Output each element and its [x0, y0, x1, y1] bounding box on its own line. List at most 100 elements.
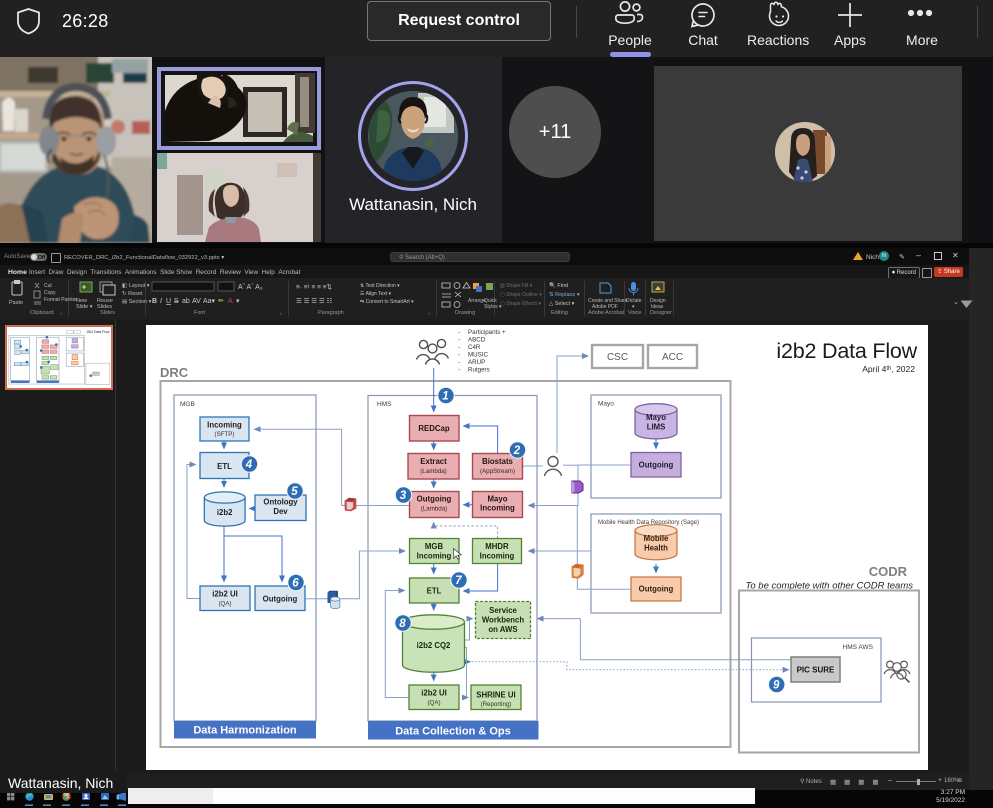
svg-text:5: 5 — [291, 486, 298, 498]
svg-text:(QA): (QA) — [218, 601, 231, 608]
svg-text:Ideas: Ideas — [651, 304, 664, 310]
svg-text:-: - — [458, 344, 460, 351]
svg-text:Health: Health — [644, 544, 668, 553]
svg-text:Outgoing: Outgoing — [639, 461, 674, 470]
svg-text:U: U — [166, 298, 171, 305]
svg-text:Mayo: Mayo — [646, 413, 666, 422]
svg-text:Outgoing: Outgoing — [417, 495, 452, 504]
svg-text:-: - — [458, 329, 460, 336]
svg-text:ABCD: ABCD — [468, 337, 486, 344]
svg-text:▢ Shape Effects ▾: ▢ Shape Effects ▾ — [500, 301, 542, 307]
svg-text:SHRINE UI: SHRINE UI — [476, 691, 515, 700]
svg-text:▤ Section ▾: ▤ Section ▾ — [122, 299, 152, 305]
svg-text:-: - — [458, 367, 460, 374]
svg-text:Slides: Slides — [97, 304, 112, 310]
svg-text:ab: ab — [182, 298, 190, 305]
svg-text:Mayo: Mayo — [598, 401, 614, 408]
svg-text:Data Collection & Ops: Data Collection & Ops — [395, 726, 511, 738]
svg-text:i2b2 CQ2: i2b2 CQ2 — [417, 641, 451, 650]
svg-text:Outgoing: Outgoing — [263, 595, 298, 604]
svg-text:(AppStream): (AppStream) — [480, 468, 515, 475]
svg-text:April 4th, 2022: April 4th, 2022 — [862, 364, 915, 374]
svg-text:AV: AV — [192, 298, 201, 305]
svg-text:B: B — [152, 298, 157, 305]
svg-text:Biostats: Biostats — [482, 457, 513, 466]
svg-text:Service: Service — [489, 606, 517, 615]
svg-text:-: - — [458, 352, 460, 359]
svg-text:-: - — [458, 337, 460, 344]
svg-text:on AWS: on AWS — [488, 625, 517, 634]
svg-text:(Lambda): (Lambda) — [421, 506, 447, 513]
svg-text:3: 3 — [400, 490, 407, 502]
svg-text:MGB: MGB — [425, 542, 444, 551]
svg-text:(Lambda): (Lambda) — [420, 468, 446, 475]
svg-text:Cut: Cut — [44, 283, 52, 289]
svg-text:↻ Reset: ↻ Reset — [122, 290, 143, 297]
svg-text:Aˆ Aˇ A₃: Aˆ Aˇ A₃ — [238, 284, 263, 291]
svg-text:Incoming: Incoming — [417, 552, 452, 561]
svg-text:i2b2 UI: i2b2 UI — [212, 590, 238, 599]
svg-text:▢ Shape Outline ▾: ▢ Shape Outline ▾ — [500, 292, 542, 298]
svg-text:⌄: ⌄ — [953, 299, 959, 306]
svg-text:Extract: Extract — [420, 457, 447, 466]
svg-text:i2b2 UI: i2b2 UI — [421, 689, 447, 698]
svg-text:CODR: CODR — [869, 564, 908, 579]
svg-text:S: S — [174, 298, 179, 305]
svg-text:LIMS: LIMS — [647, 423, 666, 432]
svg-text:✏: ✏ — [218, 298, 224, 305]
svg-text:Incoming: Incoming — [480, 552, 515, 561]
svg-text:≡· ≡¹ ≡ ≡ ≡⇅: ≡· ≡¹ ≡ ≡ ≡⇅ — [296, 284, 333, 291]
svg-text:Copy: Copy — [44, 290, 56, 296]
svg-text:-: - — [458, 359, 460, 366]
svg-text:Dev: Dev — [273, 507, 288, 516]
svg-text:⇅ Text Direction ▾: ⇅ Text Direction ▾ — [360, 283, 400, 289]
svg-text:MHDR: MHDR — [485, 542, 509, 551]
svg-text:Format Painter: Format Painter — [44, 297, 77, 303]
svg-text:9: 9 — [773, 680, 780, 692]
svg-text:CSC: CSC — [607, 352, 628, 363]
svg-text:Mobile: Mobile — [644, 534, 669, 543]
svg-text:2: 2 — [513, 445, 521, 457]
svg-text:ACC: ACC — [662, 352, 683, 363]
svg-text:Data Harmonization: Data Harmonization — [193, 725, 297, 737]
svg-text:◧ Layout ▾: ◧ Layout ▾ — [122, 283, 150, 289]
svg-text:☰ Align Text ▾: ☰ Align Text ▾ — [360, 291, 392, 297]
svg-text:🔍 Find: 🔍 Find — [549, 281, 568, 289]
svg-text:I: I — [160, 298, 162, 305]
svg-text:(SFTP): (SFTP) — [215, 431, 235, 438]
svg-text:▾: ▾ — [632, 304, 635, 310]
svg-text:i2b2 Data Flow: i2b2 Data Flow — [87, 330, 110, 334]
svg-text:⇆ Convert to SmartArt ▾: ⇆ Convert to SmartArt ▾ — [360, 299, 414, 305]
svg-text:⇅ Replace ▾: ⇅ Replace ▾ — [549, 292, 580, 298]
svg-text:A: A — [228, 298, 233, 305]
svg-text:HMS AWS: HMS AWS — [843, 644, 874, 651]
svg-text:ETL: ETL — [427, 587, 442, 596]
svg-text:Paste: Paste — [9, 300, 23, 306]
svg-text:REDCap: REDCap — [418, 424, 449, 433]
svg-text:Slide ▾: Slide ▾ — [76, 304, 93, 310]
svg-text:Aa▾: Aa▾ — [203, 298, 216, 305]
svg-text:6: 6 — [292, 578, 299, 590]
svg-text:△ Select ▾: △ Select ▾ — [549, 301, 575, 307]
svg-text:i2b2: i2b2 — [217, 508, 233, 517]
svg-text:DRC: DRC — [160, 365, 189, 380]
svg-text:MUSIC: MUSIC — [468, 352, 488, 359]
svg-text:HMS: HMS — [377, 401, 392, 408]
svg-text:Rutgers: Rutgers — [468, 367, 490, 374]
svg-text:▧ Shape Fill ▾: ▧ Shape Fill ▾ — [500, 283, 533, 289]
svg-text:Mayo: Mayo — [488, 495, 508, 504]
svg-text:C4R: C4R — [468, 344, 481, 351]
svg-text:ARUP: ARUP — [468, 359, 485, 366]
svg-text:8: 8 — [399, 618, 406, 630]
svg-text:Workbench: Workbench — [482, 616, 525, 625]
svg-text:1: 1 — [442, 391, 448, 403]
svg-text:Adobe PDF: Adobe PDF — [592, 304, 618, 310]
svg-text:i2b2 Data Flow: i2b2 Data Flow — [776, 339, 917, 363]
svg-text:PIC SURE: PIC SURE — [797, 666, 835, 675]
svg-text:▾: ▾ — [236, 298, 240, 305]
svg-text:Incoming: Incoming — [207, 421, 242, 430]
svg-text:(QA): (QA) — [427, 700, 440, 707]
svg-text:Participants +: Participants + — [468, 329, 506, 336]
svg-text:ETL: ETL — [217, 462, 232, 471]
svg-text:Outgoing: Outgoing — [639, 585, 674, 594]
